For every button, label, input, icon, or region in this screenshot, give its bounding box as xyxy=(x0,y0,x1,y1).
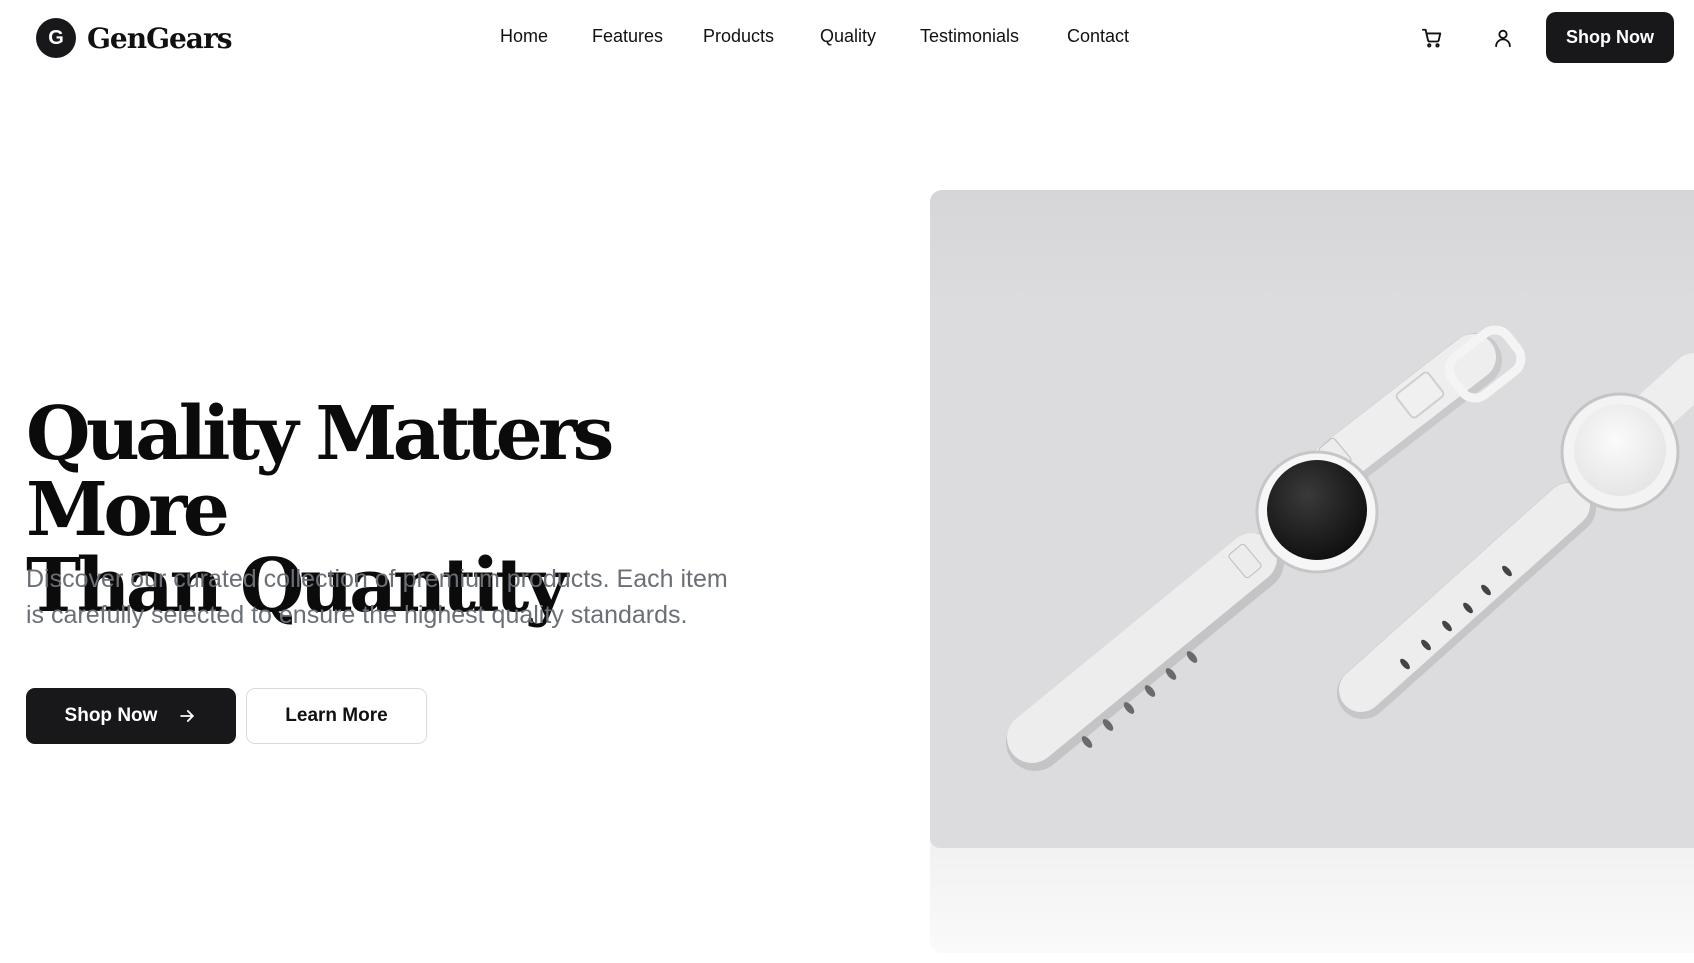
hero-shop-now-button[interactable]: Shop Now xyxy=(26,688,236,744)
nav-features[interactable]: Features xyxy=(592,26,663,47)
nav-home[interactable]: Home xyxy=(500,26,548,47)
hero-subtitle: Discover our curated collection of premi… xyxy=(26,565,728,629)
learn-more-button[interactable]: Learn More xyxy=(246,688,427,744)
hero-shop-now-label: Shop Now xyxy=(64,705,158,726)
header-shop-now-button[interactable]: Shop Now xyxy=(1546,12,1674,63)
site-header: G GenGears Home Features Products Qualit… xyxy=(0,0,1694,76)
nav-products[interactable]: Products xyxy=(703,26,774,47)
hero-product-image xyxy=(930,190,1694,953)
arrow-right-icon xyxy=(180,710,195,722)
nav-quality[interactable]: Quality xyxy=(820,26,876,47)
hero-title-line-1: Quality Matters More xyxy=(26,391,614,553)
account-button[interactable] xyxy=(1489,24,1517,52)
nav-testimonials[interactable]: Testimonials xyxy=(920,26,1019,47)
user-icon xyxy=(1495,29,1511,48)
shopping-cart-icon xyxy=(1421,28,1442,48)
smartwatch-illustration xyxy=(1006,325,1694,771)
nav-contact[interactable]: Contact xyxy=(1067,26,1129,47)
cart-button[interactable] xyxy=(1418,24,1446,52)
